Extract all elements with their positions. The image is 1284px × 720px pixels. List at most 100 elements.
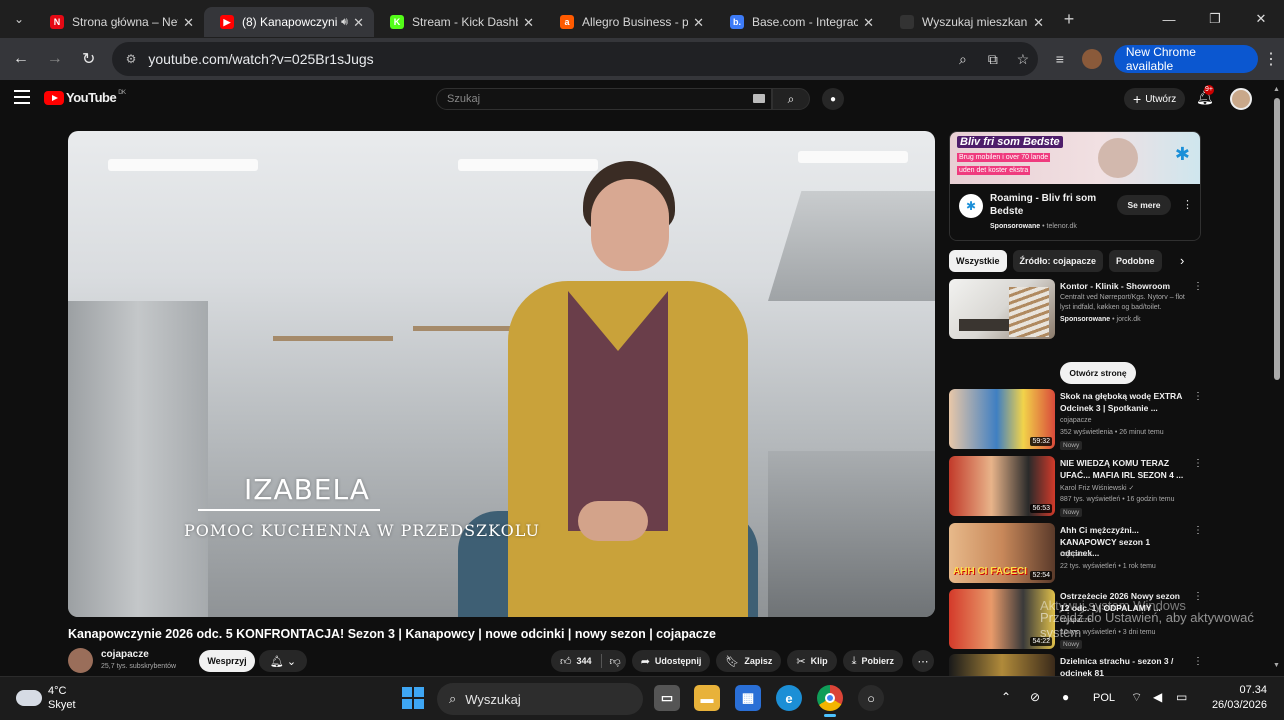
ad-title[interactable]: Roaming - Bliv fri som Bedste [990, 192, 1110, 218]
scrollbar-thumb[interactable] [1274, 98, 1280, 380]
more-actions-button[interactable]: ⋯ [912, 650, 934, 672]
join-button[interactable]: Wesprzyj [199, 650, 255, 672]
tab-close-icon[interactable]: ✕ [523, 15, 534, 31]
restore-icon[interactable]: ❐ [1192, 0, 1238, 38]
zoom-icon[interactable]: ⌕ [948, 51, 978, 68]
battery-icon[interactable]: ▭ [1176, 690, 1187, 704]
forward-button[interactable]: → [38, 42, 72, 76]
input-language[interactable]: POL [1093, 692, 1115, 704]
browser-tab[interactable]: N Strona główna – Netflix ✕ [34, 7, 204, 37]
recommendation-title[interactable]: Dzielnica strachu - sezon 3 / odcinek 81 [1060, 656, 1188, 676]
chevron-right-icon[interactable]: › [1180, 253, 1184, 268]
create-button[interactable]: + Utwórz [1124, 88, 1186, 110]
profile-avatar[interactable] [1081, 49, 1102, 69]
wifi-icon[interactable]: ⌔ [1131, 690, 1142, 705]
recommendation-item[interactable]: AHH CI FACECI 52:54 Ahh Ci mężczyźni... … [949, 523, 1203, 585]
share-button[interactable]: ➦ Udostępnij [631, 650, 711, 672]
recommendation-item[interactable]: 56:53 NIE WIEDZĄ KOMU TERAZ UFAĆ... MAFI… [949, 456, 1203, 518]
subscription-notifications-button[interactable]: 🔔︎ ⌄ [259, 650, 307, 672]
address-bar[interactable]: ⚙ youtube.com/watch?v=025Br1sJugs ⌕ ⧉ ☆ [111, 42, 1038, 76]
browser-tab[interactable]: Wyszukaj mieszkania ✕ [884, 7, 1054, 37]
tab-close-icon[interactable]: ✕ [693, 15, 704, 31]
download-button[interactable]: ⤓ Pobierz [842, 650, 904, 672]
network-muted-icon[interactable]: ⊘ [1030, 690, 1040, 704]
channel-avatar[interactable] [68, 648, 93, 673]
more-vert-icon[interactable]: ⋮ [1193, 656, 1201, 667]
tab-close-icon[interactable]: ✕ [1033, 15, 1044, 31]
browser-tab[interactable]: a Allegro Business - platforma ✕ [544, 7, 714, 37]
voice-search-button[interactable]: ● [822, 88, 844, 110]
chrome-icon[interactable] [817, 685, 843, 717]
sponsored-ad-card[interactable]: Bliv fri som Bedste Brug mobilen i over … [949, 131, 1201, 241]
bookmark-star-icon[interactable]: ☆ [1008, 51, 1038, 68]
guide-menu-icon[interactable] [14, 90, 30, 104]
browser-tab[interactable]: ▶ (8) Kanapowczynie 🔊︎ ✕ [204, 7, 374, 37]
edge-browser-icon[interactable]: e [776, 685, 802, 711]
microsoft-store-icon[interactable]: ▦ [735, 685, 761, 711]
ad-cta-button[interactable]: Se mere [1117, 195, 1171, 215]
url-text[interactable]: youtube.com/watch?v=025Br1sJugs [148, 51, 948, 67]
system-clock[interactable]: 07.34 26/03/2026 [1212, 683, 1267, 713]
video-thumbnail[interactable]: 56:53 [949, 456, 1055, 516]
channel-name[interactable]: cojapacze [1060, 417, 1092, 424]
recommendation-title[interactable]: Skok na głęboką wodę EXTRA Odcinek 3 | S… [1060, 391, 1188, 414]
media-control-icon[interactable]: ≡ [1044, 51, 1076, 67]
minimize-icon[interactable]: — [1146, 0, 1192, 38]
reload-button[interactable]: ↻ [72, 42, 106, 76]
dislike-button[interactable]: 👎︎ [610, 655, 621, 668]
save-button[interactable]: 🔖︎ Zapisz [716, 650, 782, 672]
more-vert-icon[interactable]: ⋮ [1193, 525, 1203, 536]
more-vert-icon[interactable]: ⋮ [1193, 458, 1203, 469]
filter-chip[interactable]: Podobne [1109, 250, 1162, 272]
volume-icon[interactable]: ◀ [1153, 690, 1162, 704]
search-button[interactable]: ⌕ [772, 88, 810, 110]
site-info-icon[interactable]: ⚙ [126, 52, 137, 66]
ad-menu-icon[interactable]: ⋮ [1182, 198, 1193, 211]
show-hidden-icons-icon[interactable]: ⌃ [1001, 690, 1011, 704]
filter-chip[interactable]: Źródło: cojapacze [1012, 250, 1104, 272]
scroll-down-icon[interactable]: ▼ [1273, 662, 1280, 669]
browser-tab[interactable]: K Stream - Kick Dashboard ✕ [374, 7, 544, 37]
youtube-logo[interactable]: YouTube DK [44, 90, 126, 105]
page-scrollbar[interactable]: ▲ ▼ [1270, 84, 1284, 676]
more-vert-icon[interactable]: ⋮ [1193, 391, 1203, 402]
search-input[interactable]: Szukaj [436, 88, 772, 110]
channel-name[interactable]: cojapacze [1060, 551, 1092, 558]
taskbar-search[interactable]: ⌕ Wyszukaj [437, 683, 643, 715]
account-avatar[interactable] [1230, 88, 1252, 110]
recommendation-title[interactable]: Kontor - Klinik - Showroom [1060, 281, 1188, 293]
weather-widget[interactable]: 4°C Skyet [16, 684, 76, 712]
more-vert-icon[interactable]: ⋮ [1193, 591, 1203, 602]
microphone-icon[interactable]: ● [1062, 690, 1069, 704]
keyboard-icon[interactable] [753, 94, 765, 103]
browser-tab[interactable]: b. Base.com - Integracje ✕ [714, 7, 884, 37]
video-thumbnail[interactable] [949, 654, 1055, 676]
windows-start-icon[interactable] [402, 687, 424, 709]
sponsored-recommendation[interactable]: Kontor - Klinik - Showroom Centralt ved … [949, 279, 1203, 384]
recommendation-item[interactable]: Dzielnica strachu - sezon 3 / odcinek 81… [949, 654, 1201, 676]
tab-close-icon[interactable]: ✕ [863, 15, 874, 31]
opera-gx-icon[interactable]: ○ [858, 685, 884, 711]
tab-search-button[interactable]: ⌄ [4, 6, 34, 32]
tab-audio-icon[interactable]: 🔊︎ [341, 16, 348, 29]
notifications-button[interactable]: 🔔︎ 9+ [1196, 85, 1214, 106]
close-window-icon[interactable]: ✕ [1238, 0, 1284, 38]
tab-close-icon[interactable]: ✕ [353, 15, 364, 31]
task-view-icon[interactable]: ▭ [654, 685, 680, 711]
filter-chip[interactable]: Wszystkie [949, 250, 1007, 272]
file-explorer-icon[interactable]: ▬ [694, 685, 720, 711]
recommendation-title[interactable]: NIE WIEDZĄ KOMU TERAZ UFAĆ... MAFIA IRL … [1060, 458, 1188, 481]
channel-name[interactable]: cojapacze [101, 649, 149, 660]
scroll-up-icon[interactable]: ▲ [1273, 86, 1280, 93]
like-button[interactable]: 👍︎ 344 👎︎ [551, 650, 626, 672]
install-app-icon[interactable]: ⧉ [978, 51, 1008, 68]
back-button[interactable]: ← [4, 42, 38, 76]
video-player[interactable]: IZABELA POMOC KUCHENNA W PRZEDSZKOLU [68, 131, 935, 617]
open-site-button[interactable]: Otwórz stronę [1060, 362, 1136, 384]
video-thumbnail[interactable]: 59:32 [949, 389, 1055, 449]
ad-banner[interactable]: Bliv fri som Bedste Brug mobilen i over … [950, 132, 1200, 184]
new-tab-button[interactable]: + [1054, 9, 1084, 30]
video-thumbnail[interactable] [949, 279, 1055, 339]
recommendation-item[interactable]: 59:32 Skok na głęboką wodę EXTRA Odcinek… [949, 389, 1203, 451]
chrome-menu-icon[interactable]: ⋮ [1258, 49, 1284, 69]
